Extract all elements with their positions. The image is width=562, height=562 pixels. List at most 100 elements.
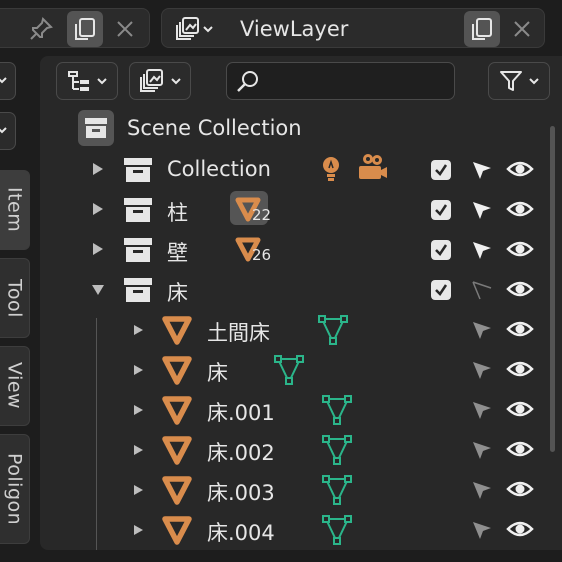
mesh-data-icon[interactable] — [321, 474, 353, 506]
filter-dropdown[interactable] — [488, 62, 550, 100]
expand-arrow-icon[interactable] — [134, 485, 143, 495]
search-field[interactable] — [226, 62, 455, 100]
duplicate-icon — [75, 18, 95, 40]
outliner-row-collection[interactable]: 柱 22 — [40, 190, 550, 230]
outliner-row-object[interactable]: 床 — [40, 350, 550, 390]
expand-arrow-icon[interactable] — [93, 163, 103, 175]
select-pointer-icon[interactable] — [470, 318, 494, 342]
exclude-checkbox[interactable] — [431, 160, 451, 180]
checkmark-icon — [435, 164, 448, 176]
scene-collection-label: Scene Collection — [127, 116, 302, 140]
mesh-children-badge[interactable]: 22 — [230, 191, 272, 225]
collection-icon — [85, 118, 107, 138]
mesh-object-icon — [162, 396, 192, 425]
eye-icon[interactable] — [506, 438, 534, 460]
collection-icon — [124, 238, 152, 262]
search-input[interactable] — [263, 67, 447, 97]
expand-arrow-icon[interactable] — [134, 445, 143, 455]
mesh-object-icon — [162, 436, 192, 465]
eye-icon[interactable] — [506, 398, 534, 420]
badge-count: 22 — [252, 206, 272, 224]
light-icon[interactable] — [318, 154, 344, 184]
select-pointer-icon[interactable] — [470, 158, 494, 182]
close-icon — [514, 21, 530, 37]
checkmark-icon — [435, 284, 448, 296]
select-pointer-icon[interactable] — [470, 398, 494, 422]
vertical-scrollbar[interactable] — [550, 126, 555, 452]
outliner-row-object[interactable]: 土間床 — [40, 310, 550, 350]
select-pointer-icon[interactable] — [470, 518, 494, 542]
outliner-tree-icon — [68, 71, 89, 91]
mesh-data-icon[interactable] — [321, 434, 353, 466]
eye-icon[interactable] — [506, 478, 534, 500]
pin-button[interactable] — [23, 11, 59, 47]
tab-tool-label: Tool — [3, 278, 26, 318]
mesh-data-icon[interactable] — [321, 514, 353, 546]
outliner-row-object[interactable]: 床.004 — [40, 510, 550, 550]
delete-view-layer-button[interactable] — [504, 11, 540, 47]
mesh-children-badge[interactable]: 26 — [230, 231, 271, 265]
select-pointer-icon[interactable] — [470, 358, 494, 382]
expand-arrow-icon[interactable] — [134, 325, 143, 335]
scene-collection-icon-bg — [78, 110, 114, 146]
mesh-object-icon — [162, 516, 192, 545]
chevron-down-icon — [0, 77, 7, 84]
eye-icon[interactable] — [506, 238, 534, 260]
select-pointer-icon[interactable] — [470, 238, 494, 262]
display-mode-dropdown[interactable] — [56, 62, 118, 100]
mesh-data-icon[interactable] — [321, 394, 353, 426]
row-label: 床.004 — [207, 521, 275, 545]
outliner-row-object[interactable]: 床.001 — [40, 390, 550, 430]
duplicate-icon — [472, 18, 492, 40]
exclude-checkbox[interactable] — [431, 280, 451, 300]
view-layer-name[interactable]: ViewLayer — [240, 17, 348, 41]
tab-view[interactable]: View — [0, 346, 30, 426]
eye-icon[interactable] — [506, 358, 534, 380]
exclude-checkbox[interactable] — [431, 240, 451, 260]
select-pointer-icon[interactable] — [470, 438, 494, 462]
mesh-data-icon[interactable] — [273, 354, 305, 386]
expand-arrow-icon[interactable] — [134, 365, 143, 375]
eye-icon[interactable] — [506, 318, 534, 340]
select-pointer-disabled-icon[interactable] — [470, 278, 494, 302]
eye-icon[interactable] — [506, 518, 534, 540]
tab-item-label: Item — [3, 187, 26, 233]
tab-item[interactable]: Item — [0, 170, 30, 250]
chevron-down-icon — [171, 78, 181, 85]
outliner-row-object[interactable]: 床.003 — [40, 470, 550, 510]
outliner-row-collection[interactable]: Collection — [40, 150, 550, 190]
select-pointer-icon[interactable] — [470, 478, 494, 502]
view-layer-browse-button[interactable] — [166, 11, 222, 47]
row-label: 壁 — [167, 241, 188, 265]
mesh-data-icon[interactable] — [317, 314, 349, 346]
collapse-arrow-icon[interactable] — [92, 285, 104, 295]
outliner-row-object[interactable]: 床.002 — [40, 430, 550, 470]
expand-arrow-icon[interactable] — [134, 405, 143, 415]
chevron-down-icon — [97, 78, 107, 85]
expand-arrow-icon[interactable] — [93, 243, 103, 255]
filter-view-layer-dropdown[interactable] — [129, 62, 191, 100]
camera-icon[interactable] — [354, 152, 388, 184]
clipped-dropdown-1[interactable] — [0, 62, 16, 100]
tab-tool[interactable]: Tool — [0, 258, 30, 338]
outliner-row-collection[interactable]: 壁 26 — [40, 230, 550, 270]
filter-icon — [500, 71, 522, 91]
tab-poligon[interactable]: Poligon — [0, 434, 30, 544]
select-pointer-icon[interactable] — [470, 198, 494, 222]
delete-scene-button[interactable] — [107, 11, 143, 47]
mesh-object-icon — [162, 476, 192, 505]
expand-arrow-icon[interactable] — [134, 525, 143, 535]
exclude-checkbox[interactable] — [431, 200, 451, 220]
expand-arrow-icon[interactable] — [93, 203, 103, 215]
clipped-dropdown-2[interactable] — [0, 112, 16, 150]
eye-icon[interactable] — [506, 198, 534, 220]
eye-icon[interactable] — [506, 278, 534, 300]
row-label: 柱 — [167, 201, 188, 225]
collection-icon — [124, 198, 152, 222]
eye-icon[interactable] — [506, 158, 534, 180]
scene-collection-row[interactable]: Scene Collection — [40, 110, 550, 150]
new-scene-button[interactable] — [67, 11, 103, 47]
new-view-layer-button[interactable] — [464, 11, 500, 47]
outliner-row-collection[interactable]: 床 — [40, 270, 550, 310]
collection-icon — [124, 158, 152, 182]
